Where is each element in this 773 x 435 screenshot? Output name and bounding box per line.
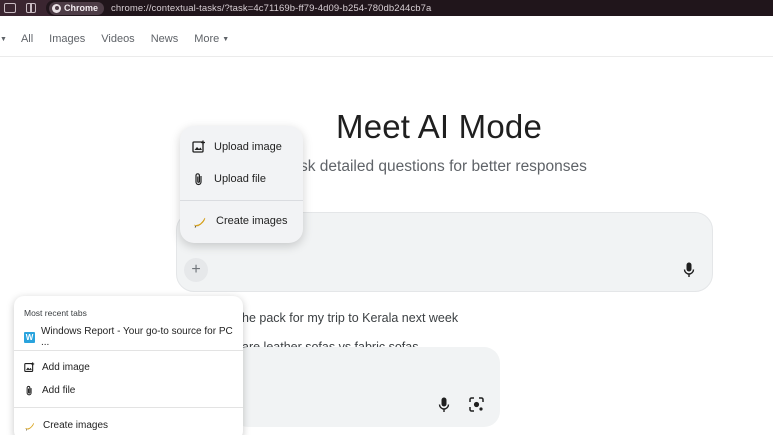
- lens-icon[interactable]: [469, 397, 484, 412]
- add-file-item[interactable]: Add file: [24, 385, 75, 396]
- upload-image-label: Upload image: [214, 141, 282, 153]
- create-images-item[interactable]: Create images: [192, 214, 288, 228]
- paperclip-icon: [26, 385, 32, 396]
- microphone-icon[interactable]: [438, 397, 450, 413]
- tab-more[interactable]: More: [194, 33, 219, 45]
- address-bar[interactable]: Chrome chrome://contextual-tasks/?task=4…: [46, 0, 773, 16]
- banana-icon: [25, 423, 34, 431]
- chevron-down-icon[interactable]: ▼: [0, 36, 7, 43]
- add-context-button[interactable]: +: [184, 258, 208, 282]
- chrome-chip[interactable]: Chrome: [49, 1, 105, 15]
- add-file-label: Add file: [42, 385, 76, 396]
- microphone-icon[interactable]: [683, 262, 695, 278]
- browser-toolbar: Chrome chrome://contextual-tasks/?task=4…: [0, 0, 773, 16]
- recent-tabs-menu: Most recent tabs W Windows Report - Your…: [14, 296, 243, 435]
- recent-tab-item[interactable]: W Windows Report - Your go-to source for…: [24, 326, 243, 348]
- menu-divider: [180, 200, 303, 201]
- search-tabs-nav: ▼ All Images Videos News More ▼: [0, 22, 773, 57]
- suggestion-item[interactable]: he pack for my trip to Kerala next week: [242, 311, 458, 325]
- banana-icon: [193, 217, 206, 228]
- side-panel-icon[interactable]: [26, 3, 36, 13]
- image-add-icon: [24, 362, 35, 372]
- menu-divider: [14, 407, 243, 408]
- chrome-chip-label: Chrome: [64, 3, 99, 13]
- paperclip-icon: [195, 173, 202, 186]
- create-images-item[interactable]: Create images: [24, 420, 108, 431]
- tab-news[interactable]: News: [151, 33, 179, 45]
- upload-file-item[interactable]: Upload file: [192, 172, 266, 186]
- chrome-logo-icon: [52, 3, 61, 13]
- page-subtitle: sk detailed questions for better respons…: [300, 158, 587, 175]
- upload-file-label: Upload file: [214, 173, 266, 185]
- add-image-label: Add image: [42, 362, 90, 373]
- page-title: Meet AI Mode: [336, 108, 543, 145]
- add-image-item[interactable]: Add image: [24, 362, 90, 373]
- tab-videos[interactable]: Videos: [101, 33, 134, 45]
- secondary-input[interactable]: [232, 347, 500, 427]
- recent-tab-title: Windows Report - Your go-to source for P…: [40, 326, 233, 348]
- windows-report-favicon: W: [24, 331, 35, 343]
- tab-search-icon[interactable]: [4, 3, 16, 13]
- recent-tabs-header: Most recent tabs: [24, 308, 87, 318]
- image-add-icon: [192, 140, 205, 153]
- menu-divider: [14, 350, 243, 351]
- tab-images[interactable]: Images: [49, 33, 85, 45]
- create-images-label: Create images: [216, 215, 288, 227]
- upload-menu: Upload image Upload file Create images: [180, 126, 303, 243]
- create-images-label: Create images: [43, 420, 109, 431]
- tab-all[interactable]: All: [21, 33, 33, 45]
- plus-icon: +: [191, 261, 201, 278]
- url-text[interactable]: chrome://contextual-tasks/?task=4c71169b…: [111, 3, 431, 14]
- upload-image-item[interactable]: Upload image: [192, 140, 282, 154]
- more-chevron-icon[interactable]: ▼: [222, 36, 229, 43]
